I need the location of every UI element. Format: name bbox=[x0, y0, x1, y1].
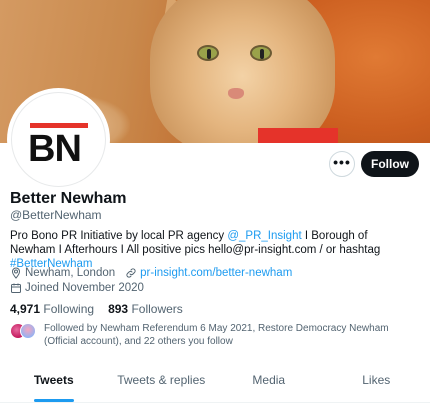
followed-by-text: Followed by Newham Referendum 6 May 2021… bbox=[44, 323, 389, 347]
following-link[interactable]: 4,971 Following bbox=[10, 302, 94, 316]
more-button[interactable]: ••• bbox=[329, 151, 355, 177]
bio-mention-link[interactable]: @_PR_Insight bbox=[227, 230, 301, 242]
profile-bio: Pro Bono PR Initiative by local PR agenc… bbox=[10, 229, 410, 271]
joined-item: Joined November 2020 bbox=[10, 282, 144, 294]
banner-cat-eye bbox=[197, 45, 219, 61]
location-icon bbox=[11, 267, 21, 279]
banner-cat bbox=[150, 0, 335, 143]
profile-handle: @BetterNewham bbox=[10, 208, 102, 222]
tab-label: Likes bbox=[362, 373, 391, 387]
tab-label: Media bbox=[252, 373, 286, 387]
followers-label: Followers bbox=[131, 302, 183, 316]
tab-tweets-replies[interactable]: Tweets & replies bbox=[108, 362, 216, 402]
tab-label: Tweets & replies bbox=[117, 373, 206, 387]
tab-label: Tweets bbox=[33, 373, 74, 387]
followed-by[interactable]: Followed by Newham Referendum 6 May 2021… bbox=[10, 323, 404, 348]
joined-text: Joined November 2020 bbox=[25, 282, 144, 294]
following-count: 4,971 bbox=[10, 302, 41, 316]
meta-row: Joined November 2020 bbox=[10, 281, 302, 295]
bio-text: Pro Bono PR Initiative by local PR agenc… bbox=[10, 230, 228, 242]
banner-red-bar bbox=[258, 128, 338, 143]
link-icon bbox=[126, 268, 136, 278]
logo-text: BN bbox=[28, 128, 82, 170]
banner-cat-nose bbox=[228, 88, 244, 99]
banner-cat-eye bbox=[250, 45, 272, 61]
follower-avatar bbox=[20, 323, 36, 339]
active-tab-indicator bbox=[33, 399, 74, 402]
more-icon: ••• bbox=[333, 153, 351, 170]
followers-link[interactable]: 893 Followers bbox=[108, 302, 183, 316]
profile-tabs: Tweets Tweets & replies Media Likes bbox=[0, 362, 430, 403]
followers-count: 893 bbox=[108, 302, 129, 316]
meta-row: Newham, London pr-insight.com/better-new… bbox=[10, 266, 302, 280]
tab-likes[interactable]: Likes bbox=[323, 362, 430, 402]
follow-button[interactable]: Follow bbox=[361, 151, 419, 177]
avatar-logo: BN bbox=[11, 92, 106, 187]
website-link[interactable]: pr-insight.com/better-newham bbox=[140, 267, 292, 279]
profile-meta: Newham, London pr-insight.com/better-new… bbox=[10, 266, 302, 296]
calendar-icon bbox=[11, 283, 21, 293]
location-item: Newham, London bbox=[10, 267, 115, 279]
website-item[interactable]: pr-insight.com/better-newham bbox=[125, 267, 292, 279]
location-text: Newham, London bbox=[25, 267, 116, 279]
tab-tweets[interactable]: Tweets bbox=[0, 362, 108, 402]
profile-name: Better Newham bbox=[10, 190, 127, 207]
follow-stats: 4,971 Following 893 Followers bbox=[10, 302, 197, 316]
profile-avatar[interactable]: BN bbox=[7, 88, 110, 191]
tab-media[interactable]: Media bbox=[215, 362, 323, 402]
following-label: Following bbox=[43, 302, 95, 316]
